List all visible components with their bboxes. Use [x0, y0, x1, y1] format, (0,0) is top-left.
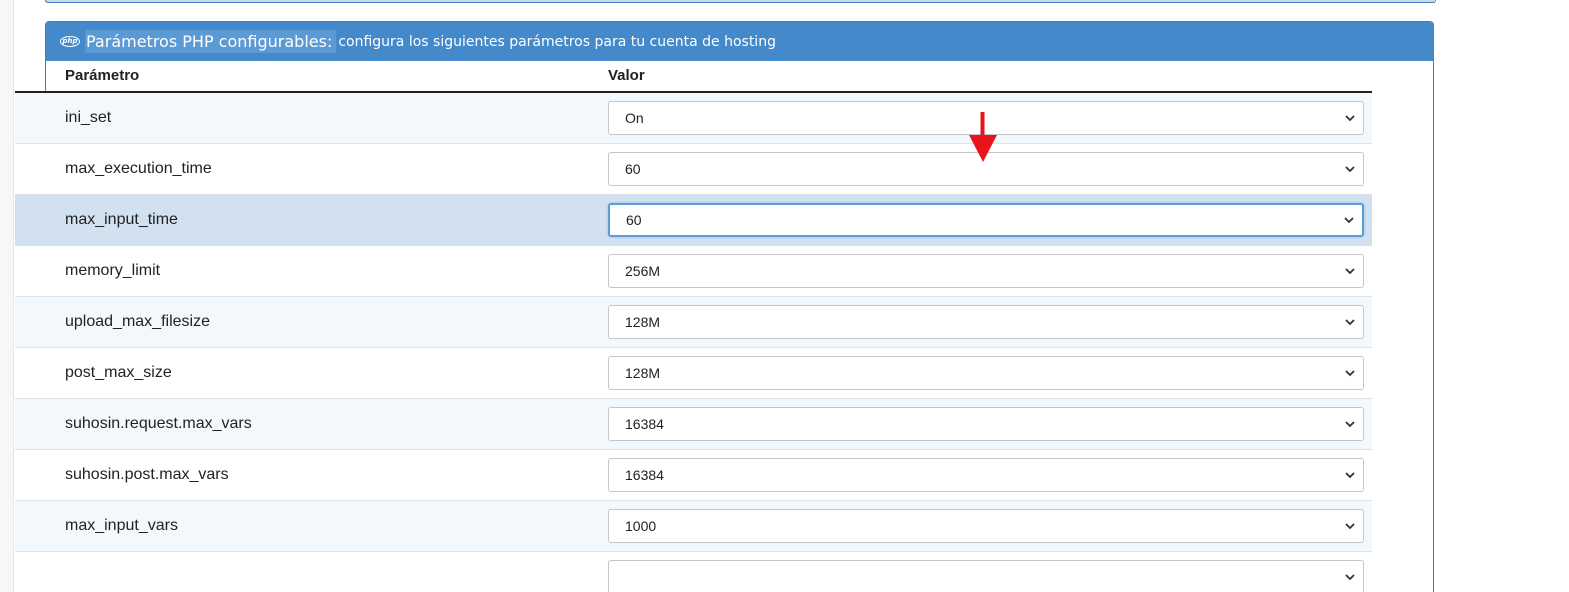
- chevron-down-icon: [1345, 369, 1355, 376]
- select-value: 16384: [625, 466, 664, 483]
- select-value: 1000: [625, 517, 657, 534]
- panel-heading: php Parámetros PHP configurables: config…: [46, 22, 1433, 61]
- previous-panel-bottom: [45, 0, 1436, 3]
- param-value-select[interactable]: 256M: [608, 253, 1364, 288]
- select-value: 256M: [625, 262, 661, 279]
- red-arrow-icon: [969, 112, 997, 162]
- params-table: Parámetro Valor ini_set On max_execution…: [15, 60, 1372, 592]
- select-value: 128M: [625, 313, 661, 330]
- select-value: 60: [626, 211, 642, 228]
- chevron-down-icon: [1345, 471, 1355, 478]
- panel-subtitle: configura los siguientes parámetros para…: [338, 33, 776, 50]
- chevron-down-icon: [1345, 165, 1355, 172]
- php-logo-icon: php: [60, 36, 80, 47]
- param-name: post_max_size: [65, 363, 172, 381]
- header-valor: Valor: [608, 60, 1372, 93]
- chevron-down-icon: [1345, 574, 1355, 581]
- param-value-select[interactable]: 60: [608, 202, 1364, 237]
- param-value-select[interactable]: 128M: [608, 355, 1364, 390]
- param-name: memory_limit: [65, 261, 161, 279]
- select-value: On: [625, 109, 644, 126]
- panel-title: Parámetros PHP configurables:: [85, 30, 337, 53]
- chevron-down-icon: [1345, 420, 1355, 427]
- table-row: max_execution_time 60: [15, 143, 1372, 194]
- param-value-select[interactable]: 1000: [608, 508, 1364, 543]
- param-name: suhosin.post.max_vars: [65, 465, 229, 483]
- left-gutter: [0, 0, 14, 592]
- table-header-row: Parámetro Valor: [15, 60, 1372, 93]
- param-name: [15, 551, 608, 592]
- param-value-select[interactable]: [608, 559, 1364, 592]
- header-parametro: Parámetro: [15, 60, 608, 93]
- chevron-down-icon: [1345, 267, 1355, 274]
- chevron-down-icon: [1345, 318, 1355, 325]
- chevron-down-icon: [1344, 216, 1354, 223]
- table-row: max_input_time 60: [15, 194, 1372, 245]
- table-row: ini_set On: [15, 92, 1372, 143]
- select-value: 60: [625, 160, 641, 177]
- param-name: ini_set: [65, 108, 112, 126]
- param-name: upload_max_filesize: [65, 312, 210, 330]
- param-name: max_input_vars: [65, 516, 178, 534]
- chevron-down-icon: [1345, 522, 1355, 529]
- param-value-select[interactable]: 16384: [608, 406, 1364, 441]
- table-row: memory_limit 256M: [15, 245, 1372, 296]
- table-row: max_input_vars 1000: [15, 500, 1372, 551]
- table-row: suhosin.post.max_vars 16384: [15, 449, 1372, 500]
- table-row: post_max_size 128M: [15, 347, 1372, 398]
- table-row: [15, 551, 1372, 592]
- param-name: max_input_time: [65, 210, 178, 228]
- param-value-select[interactable]: 16384: [608, 457, 1364, 492]
- table-row: suhosin.request.max_vars 16384: [15, 398, 1372, 449]
- param-value-select[interactable]: 128M: [608, 304, 1364, 339]
- param-name: suhosin.request.max_vars: [65, 414, 252, 432]
- select-value: 16384: [625, 415, 664, 432]
- param-name: max_execution_time: [65, 159, 212, 177]
- select-value: 128M: [625, 364, 661, 381]
- chevron-down-icon: [1345, 115, 1355, 122]
- table-row: upload_max_filesize 128M: [15, 296, 1372, 347]
